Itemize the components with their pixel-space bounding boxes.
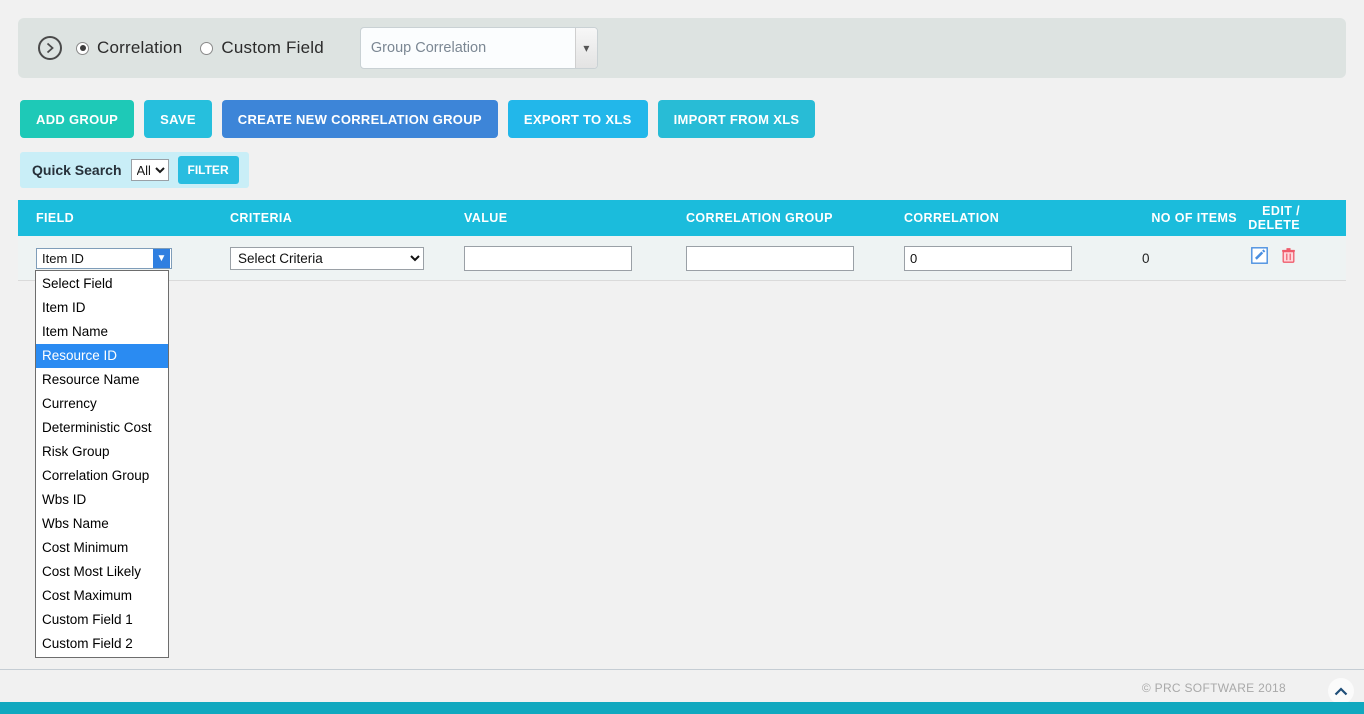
field-option-select-field[interactable]: Select Field [36, 272, 168, 296]
field-option-cost-minimum[interactable]: Cost Minimum [36, 536, 168, 560]
table-row: Item ID ▼ Select Criteria 0 [18, 236, 1346, 281]
import-from-xls-button[interactable]: IMPORT FROM XLS [657, 100, 816, 138]
field-option-resource-id[interactable]: Resource ID [36, 344, 168, 368]
column-header-correlation: CORRELATION [904, 211, 1000, 225]
chevron-up-icon[interactable] [1328, 678, 1354, 704]
criteria-select[interactable]: Select Criteria [230, 246, 424, 270]
field-option-currency[interactable]: Currency [36, 392, 168, 416]
radio-option-correlation[interactable]: Correlation [76, 38, 182, 58]
chevron-down-icon[interactable]: ▾ [574, 28, 597, 68]
add-group-button[interactable]: ADD GROUP [20, 100, 135, 138]
radio-correlation-indicator[interactable] [76, 41, 89, 55]
field-option-item-id[interactable]: Item ID [36, 296, 168, 320]
column-header-value: VALUE [464, 211, 508, 225]
bottom-accent-bar [0, 702, 1364, 714]
field-option-cost-most-likely[interactable]: Cost Most Likely [36, 560, 168, 584]
quick-search-scope-select[interactable]: All [130, 159, 169, 181]
export-to-xls-button[interactable]: EXPORT TO XLS [507, 100, 648, 138]
field-option-resource-name[interactable]: Resource Name [36, 368, 168, 392]
edit-pencil-icon[interactable] [1251, 247, 1268, 269]
group-correlation-select-value: Group Correlation [370, 40, 487, 56]
radio-custom-field-indicator[interactable] [200, 41, 214, 55]
save-button[interactable]: SAVE [144, 100, 212, 138]
filter-button[interactable]: FILTER [177, 156, 239, 184]
field-option-deterministic-cost[interactable]: Deterministic Cost [36, 416, 168, 440]
radio-custom-field-label: Custom Field [221, 38, 324, 57]
column-header-no-of-items: NO OF ITEMS [1151, 211, 1237, 225]
column-header-correlation-group: CORRELATION GROUP [686, 211, 833, 225]
correlation-group-input[interactable] [686, 245, 854, 271]
mode-radio-group: Correlation Custom Field [76, 38, 342, 58]
action-toolbar: ADD GROUP SAVE CREATE NEW CORRELATION GR… [20, 100, 816, 138]
column-header-criteria: CRITERIA [230, 211, 293, 225]
quick-search-bar: Quick Search All FILTER [20, 152, 249, 188]
group-correlation-select[interactable]: Group Correlation ▾ [359, 27, 598, 69]
field-option-custom-field-1[interactable]: Custom Field 1 [36, 608, 168, 632]
field-option-item-name[interactable]: Item Name [36, 320, 168, 344]
field-select[interactable]: Item ID ▼ [36, 247, 172, 269]
value-input[interactable] [464, 245, 632, 271]
field-option-wbs-id[interactable]: Wbs ID [36, 488, 168, 512]
app-page: Correlation Custom Field Group Correlati… [0, 0, 1364, 714]
quick-search-label: Quick Search [32, 162, 122, 178]
table-header-row: FIELD CRITERIA VALUE CORRELATION GROUP C… [18, 200, 1346, 236]
field-option-custom-field-2[interactable]: Custom Field 2 [36, 632, 168, 656]
field-select-value: Item ID [42, 250, 84, 266]
footer-divider [0, 669, 1364, 670]
no-of-items-value: 0 [1142, 250, 1150, 266]
field-option-risk-group[interactable]: Risk Group [36, 440, 168, 464]
radio-correlation-label: Correlation [97, 38, 183, 57]
footer-copyright: © PRC SOFTWARE 2018 [1141, 681, 1286, 695]
circle-chevron-right-icon[interactable] [38, 36, 62, 60]
field-option-wbs-name[interactable]: Wbs Name [36, 512, 168, 536]
field-dropdown-list[interactable]: Select Field Item ID Item Name Resource … [35, 270, 169, 658]
radio-option-custom-field[interactable]: Custom Field [200, 38, 324, 58]
field-option-cost-maximum[interactable]: Cost Maximum [36, 584, 168, 608]
correlation-mode-panel: Correlation Custom Field Group Correlati… [18, 18, 1346, 78]
correlation-input[interactable] [904, 245, 1072, 271]
column-header-edit-delete: EDIT / DELETE [1248, 204, 1300, 232]
correlation-table: FIELD CRITERIA VALUE CORRELATION GROUP C… [18, 200, 1346, 281]
trash-icon[interactable] [1280, 247, 1297, 269]
chevron-down-icon[interactable]: ▼ [153, 248, 170, 268]
create-new-correlation-group-button[interactable]: CREATE NEW CORRELATION GROUP [221, 100, 498, 138]
column-header-field: FIELD [36, 211, 75, 225]
field-option-correlation-group[interactable]: Correlation Group [36, 464, 168, 488]
